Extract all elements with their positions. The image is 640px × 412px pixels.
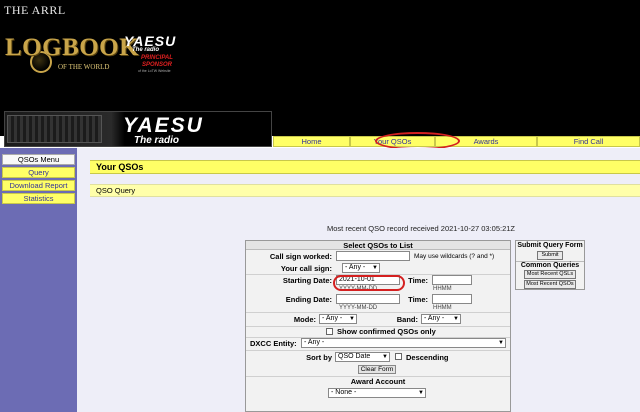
arrl-title: THE ARRL xyxy=(4,3,66,17)
dxcc-entity-label: DXCC Entity: xyxy=(250,339,297,348)
descending-checkbox[interactable] xyxy=(395,353,402,360)
logbook-subtitle: OF THE WORLD xyxy=(58,63,110,71)
main-content: Your QSOs QSO Query Most recent QSO reco… xyxy=(77,148,640,412)
sort-by-value: QSO Date xyxy=(338,353,371,360)
ending-time-format-hint: HHMM xyxy=(433,305,452,311)
chevron-down-icon: ▼ xyxy=(372,265,378,271)
your-call-sign-value: - Any - xyxy=(345,264,366,271)
qso-query-form: Select QSOs to List Call sign worked: Ma… xyxy=(245,240,511,412)
chevron-down-icon: ▼ xyxy=(498,340,504,346)
mode-select[interactable]: - Any - ▼ xyxy=(319,314,357,324)
dxcc-entity-select[interactable]: - Any - ▼ xyxy=(301,338,506,348)
section-subtitle: QSO Query xyxy=(90,184,640,197)
starting-time-label: Time: xyxy=(408,276,428,285)
common-queries-title: Common Queries xyxy=(516,261,584,269)
most-recent-qsls-button[interactable]: Most Recent QSLs xyxy=(524,270,576,279)
ending-time-label: Time: xyxy=(408,295,428,304)
chevron-down-icon: ▼ xyxy=(418,390,424,396)
sidebar-item-download-report[interactable]: Download Report xyxy=(2,180,75,191)
sidebar-item-statistics[interactable]: Statistics xyxy=(2,193,75,204)
mode-label: Mode: xyxy=(293,315,316,324)
award-account-select[interactable]: - None - ▼ xyxy=(328,388,426,398)
nav-home[interactable]: Home xyxy=(273,136,350,147)
ending-date-input[interactable] xyxy=(336,294,400,304)
band-select[interactable]: - Any - ▼ xyxy=(421,314,461,324)
sponsor-note: of the LoTW Website xyxy=(138,69,171,73)
sponsor-text: PRINCIPAL SPONSOR xyxy=(141,55,173,69)
nav-awards[interactable]: Awards xyxy=(435,136,537,147)
sidebar-menu-title: QSOs Menu xyxy=(2,154,75,165)
logbook-logo[interactable]: LOGBOOK xyxy=(5,34,139,62)
site-header: THE ARRL LOGBOOK OF THE WORLD YAESU The … xyxy=(0,0,640,147)
starting-time-input[interactable] xyxy=(432,275,472,285)
submit-button[interactable]: Submit xyxy=(537,251,563,260)
award-account-title: Award Account xyxy=(246,377,510,386)
submit-query-title: Submit Query Form xyxy=(517,242,583,249)
sort-by-select[interactable]: QSO Date ▼ xyxy=(335,352,390,362)
call-sign-worked-label: Call sign worked: xyxy=(269,252,332,261)
dxcc-entity-value: - Any - xyxy=(304,339,325,346)
confirmed-only-checkbox[interactable] xyxy=(326,328,333,335)
your-call-sign-select[interactable]: - Any - ▼ xyxy=(342,263,380,273)
highlight-oval-date xyxy=(333,275,405,291)
ending-time-input[interactable] xyxy=(432,294,472,304)
wildcard-hint: May use wildcards (? and *) xyxy=(414,253,495,260)
clear-form-button[interactable]: Clear Form xyxy=(358,365,396,374)
sponsor-banner[interactable]: YAESU The radio xyxy=(4,111,272,147)
sponsor-line-2: SPONSOR xyxy=(141,62,172,68)
descending-label: Descending xyxy=(406,353,449,362)
page-title: Your QSOs xyxy=(90,160,640,174)
banner-tagline: The radio xyxy=(134,135,180,146)
row-divider xyxy=(246,312,510,313)
band-value: - Any - xyxy=(424,315,445,322)
call-sign-worked-input[interactable] xyxy=(336,251,410,261)
starting-date-label: Starting Date: xyxy=(282,276,332,285)
mode-value: - Any - xyxy=(322,315,343,322)
most-recent-qsos-button[interactable]: Most Recent QSOs xyxy=(524,280,576,289)
sponsor-tagline: The radio xyxy=(132,47,160,53)
band-label: Band: xyxy=(396,315,418,324)
radio-image xyxy=(7,115,102,143)
sponsor-line-1: PRINCIPAL xyxy=(141,55,173,61)
sidebar-item-query[interactable]: Query xyxy=(2,167,75,178)
nav-find-call[interactable]: Find Call xyxy=(537,136,640,147)
ending-date-label: Ending Date: xyxy=(285,295,332,304)
ending-date-format-hint: YYYY-MM-DD xyxy=(339,305,378,311)
chevron-down-icon: ▼ xyxy=(453,316,459,322)
sort-by-label: Sort by xyxy=(306,353,332,362)
starting-time-format-hint: HHMM xyxy=(433,286,452,292)
form-section-title: Select QSOs to List xyxy=(246,241,510,250)
award-account-value: - None - xyxy=(331,389,357,396)
nav-your-qsos[interactable]: Your QSOs xyxy=(350,136,435,147)
confirmed-only-label: Show confirmed QSOs only xyxy=(337,327,436,336)
query-side-panel: Submit Query Form Submit Common Queries … xyxy=(515,240,585,290)
recent-qso-status: Most recent QSO record received 2021-10-… xyxy=(327,224,516,233)
row-divider xyxy=(246,350,510,351)
your-call-sign-label: Your call sign: xyxy=(280,264,332,273)
chevron-down-icon: ▼ xyxy=(349,316,355,322)
chevron-down-icon: ▼ xyxy=(382,354,388,360)
top-nav: Home Your QSOs Awards Find Call xyxy=(273,136,640,147)
sidebar: QSOs Menu Query Download Report Statisti… xyxy=(0,148,77,412)
